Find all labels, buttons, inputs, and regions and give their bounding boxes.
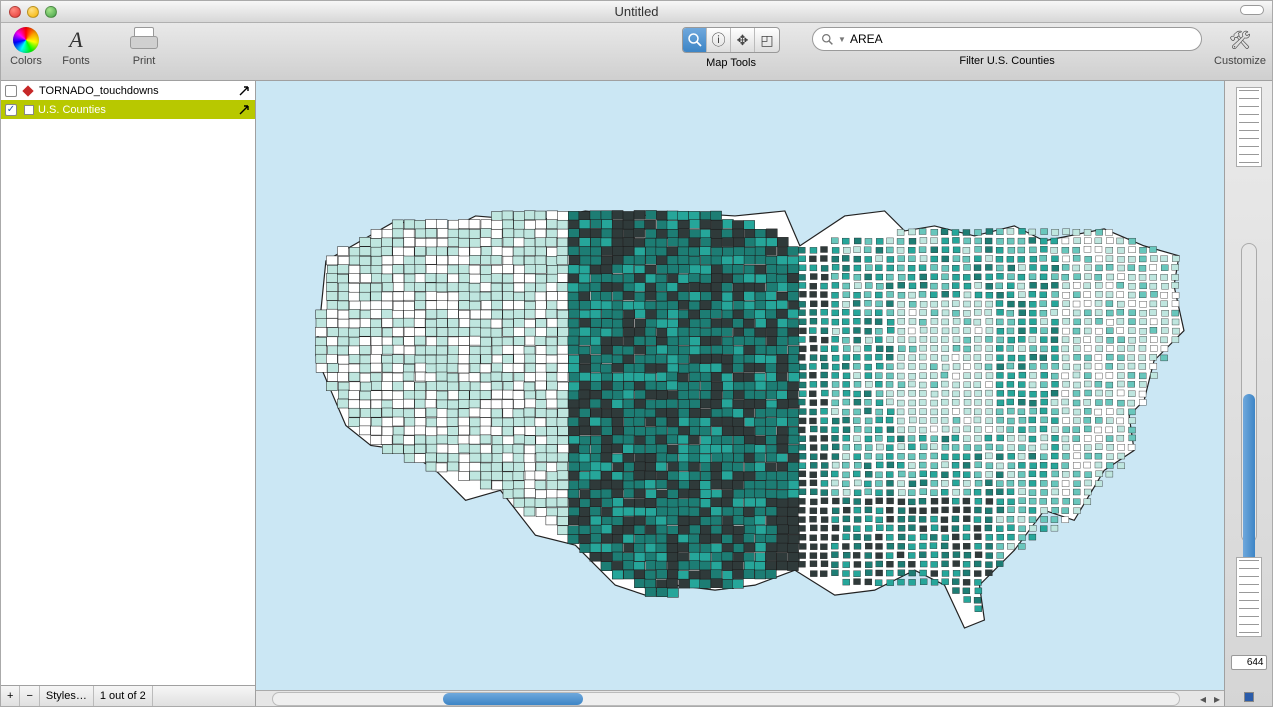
fonts-label: Fonts <box>62 55 90 67</box>
scale-ticks-2 <box>1236 557 1262 637</box>
colors-tool[interactable]: Colors <box>7 27 45 67</box>
filter-search[interactable]: ▼ <box>812 27 1202 51</box>
hscroll-right-icon[interactable]: ▸ <box>1210 692 1224 706</box>
content-area: TORNADO_touchdowns ✓ U.S. Counties + − <box>1 81 1272 706</box>
scale-ticks <box>1236 87 1262 167</box>
map-tools-label: Map Tools <box>706 57 756 69</box>
map-area: ◂ ▸ <box>256 81 1272 706</box>
layer-expand-icon[interactable] <box>237 103 251 117</box>
layer-name: U.S. Counties <box>38 104 233 116</box>
map-tools-segmented[interactable]: ⓘ ✥ ◰ <box>682 27 780 53</box>
customize-label: Customize <box>1214 55 1266 67</box>
add-layer-button[interactable]: + <box>1 686 20 706</box>
fonts-tool[interactable]: A Fonts <box>57 27 95 67</box>
window-title: Untitled <box>1 4 1272 19</box>
colors-label: Colors <box>10 55 42 67</box>
titlebar: Untitled <box>1 1 1272 23</box>
layers-list: TORNADO_touchdowns ✓ U.S. Counties <box>1 81 255 685</box>
filter-search-group: ▼ Filter U.S. Counties <box>812 27 1202 67</box>
layer-row-tornado[interactable]: TORNADO_touchdowns <box>1 81 255 100</box>
hscroll-thumb[interactable] <box>443 693 583 705</box>
search-icon <box>821 33 834 46</box>
layer-swatch-diamond <box>22 85 33 96</box>
minimize-window-button[interactable] <box>27 6 39 18</box>
pan-tool-icon[interactable]: ✥ <box>731 28 755 52</box>
color-wheel-icon <box>13 27 39 53</box>
right-controls <box>1224 81 1272 706</box>
select-tool-icon[interactable]: ◰ <box>755 28 779 52</box>
toolbar-toggle-pill[interactable] <box>1240 5 1264 15</box>
layers-sidebar: TORNADO_touchdowns ✓ U.S. Counties + − <box>1 81 256 706</box>
layer-expand-icon[interactable] <box>237 84 251 98</box>
info-tool-icon[interactable]: ⓘ <box>707 28 731 52</box>
remove-layer-button[interactable]: − <box>20 686 39 706</box>
customize-icon: 🛠 <box>1226 27 1254 53</box>
customize-tool[interactable]: 🛠 Customize <box>1214 27 1266 67</box>
hscroll-track[interactable] <box>272 692 1180 706</box>
map-canvas[interactable] <box>256 81 1224 706</box>
zoom-input[interactable] <box>1231 655 1267 670</box>
print-label: Print <box>133 55 156 67</box>
traffic-lights <box>1 6 57 18</box>
vertical-scrollbar[interactable] <box>1241 243 1257 543</box>
font-a-icon: A <box>63 27 89 53</box>
zoom-field <box>1231 655 1267 670</box>
map-tools-group: ⓘ ✥ ◰ Map Tools <box>682 27 780 69</box>
filter-label: Filter U.S. Counties <box>959 55 1054 67</box>
toolbar: Colors A Fonts Print ⓘ ✥ ◰ Map Tools <box>1 23 1272 81</box>
sidebar-footer: + − Styles… 1 out of 2 <box>1 685 255 706</box>
layer-checkbox[interactable]: ✓ <box>5 104 17 116</box>
us-counties-choropleth <box>276 191 1194 630</box>
layer-name: TORNADO_touchdowns <box>39 85 233 97</box>
layer-count-label: 1 out of 2 <box>94 686 153 706</box>
print-tool[interactable]: Print <box>125 27 163 67</box>
zoom-window-button[interactable] <box>45 6 57 18</box>
map-canvas-wrap: ◂ ▸ <box>256 81 1224 706</box>
hscroll-left-icon[interactable]: ◂ <box>1196 692 1210 706</box>
filter-input[interactable] <box>850 32 1193 46</box>
layer-row-counties[interactable]: ✓ U.S. Counties <box>1 100 255 119</box>
styles-button[interactable]: Styles… <box>40 686 94 706</box>
horizontal-scrollbar[interactable]: ◂ ▸ <box>256 690 1224 706</box>
vscroll-thumb[interactable] <box>1243 394 1255 564</box>
close-window-button[interactable] <box>9 6 21 18</box>
legend-swatch <box>1244 692 1254 702</box>
search-dropdown-icon[interactable]: ▼ <box>838 35 846 44</box>
layer-swatch-square <box>24 105 34 115</box>
app-window: Untitled Colors A Fonts Print ⓘ ✥ ◰ <box>0 0 1273 707</box>
zoom-tool-icon[interactable] <box>683 28 707 52</box>
printer-icon <box>130 27 158 53</box>
layer-checkbox[interactable] <box>5 85 17 97</box>
